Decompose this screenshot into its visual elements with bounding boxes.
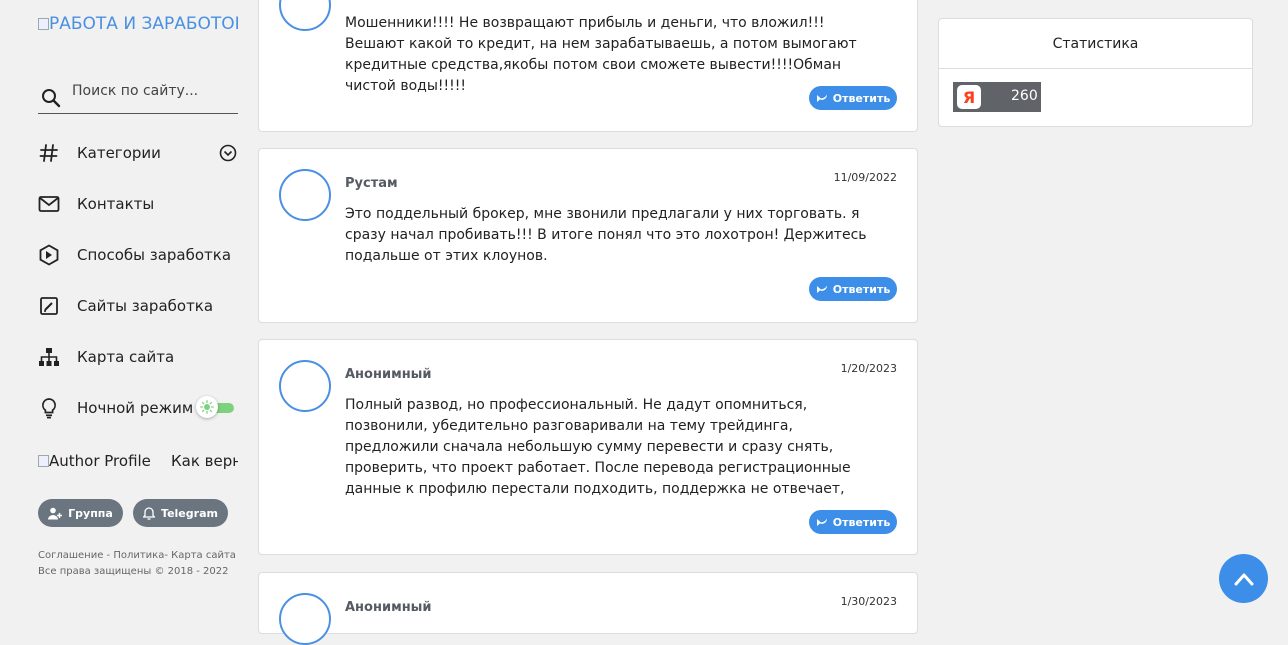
search-icon[interactable] xyxy=(40,87,62,109)
sidebar-item-sitemap[interactable]: Карта сайта xyxy=(38,346,238,397)
lightbulb-icon xyxy=(38,397,60,419)
telegram-button[interactable]: Telegram xyxy=(133,499,228,527)
avatar xyxy=(279,360,331,412)
broken-image-icon xyxy=(38,455,49,467)
sidebar-item-label: Карта сайта xyxy=(77,348,175,366)
reply-button[interactable]: Ответить xyxy=(809,510,897,534)
sun-icon xyxy=(196,396,218,418)
reply-arrow-icon xyxy=(816,285,827,293)
visitor-count: 260 xyxy=(1011,88,1038,104)
reply-button[interactable]: Ответить xyxy=(809,277,897,301)
sidebar-item-label: Способы заработка xyxy=(77,246,232,264)
yandex-logo-icon: Я xyxy=(957,85,981,109)
reply-arrow-icon xyxy=(816,518,827,526)
reply-button-label: Ответить xyxy=(832,91,891,105)
sidebar-item-label: Контакты xyxy=(77,195,155,213)
copyright-text: Все права защищены © 2018 - 2022 xyxy=(38,566,229,577)
author-teaser-text: Как верн xyxy=(171,452,238,470)
comment-text: Мошенники!!!! Не возвращают прибыль и де… xyxy=(345,15,857,94)
comment-card: Мошенники!!!! Не возвращают прибыль и де… xyxy=(258,0,918,132)
night-mode-toggle[interactable] xyxy=(196,396,236,420)
group-button[interactable]: Группа xyxy=(38,499,123,527)
edit-icon xyxy=(38,295,60,317)
comment-date: 1/20/2023 xyxy=(840,362,897,375)
broken-image-icon xyxy=(38,18,49,30)
hexagon-arrow-icon xyxy=(38,244,60,266)
reply-arrow-icon xyxy=(816,94,827,102)
comment-card: Рустам 11/09/2022 Это поддельный брокер,… xyxy=(258,148,918,323)
comment-author: Анонимный xyxy=(345,367,432,382)
comment-text: Это поддельный брокер, мне звонили предл… xyxy=(345,206,867,264)
yandex-logo-letter: Я xyxy=(962,87,976,107)
sitemap-icon xyxy=(38,346,60,368)
logo-alt-text: РАБОТА И ЗАРАБОТОК xyxy=(49,14,238,34)
search-input[interactable] xyxy=(72,83,232,99)
reply-button-label: Ответить xyxy=(832,282,891,296)
chevron-up-icon xyxy=(1234,573,1253,585)
reply-button-label: Ответить xyxy=(832,515,891,529)
reply-button[interactable]: Ответить xyxy=(809,86,897,110)
envelope-icon xyxy=(38,193,60,215)
comment-date: 1/30/2023 xyxy=(840,595,897,608)
bell-icon xyxy=(143,506,156,520)
statistics-widget: Статистика Я 260 xyxy=(938,18,1253,127)
avatar xyxy=(279,169,331,221)
comment-date: 11/09/2022 xyxy=(833,171,897,184)
sidebar-item-contacts[interactable]: Контакты xyxy=(38,193,238,244)
comment-text: Полный развод, но профессиональный. Не д… xyxy=(345,397,851,497)
comment-card: Анонимный 1/20/2023 Полный развод, но пр… xyxy=(258,339,918,555)
sidebar-nav: Категории Контакты Способы заработка Сай… xyxy=(38,142,238,448)
group-button-label: Группа xyxy=(68,506,113,520)
comment-card: Анонимный 1/30/2023 xyxy=(258,572,918,645)
comment-author: Анонимный xyxy=(345,600,432,615)
author-profile[interactable]: Author Profile Как верн xyxy=(38,452,238,474)
avatar xyxy=(279,0,331,31)
author-profile-alt: Author Profile xyxy=(49,452,151,470)
sidebar-item-label: Ночной режим xyxy=(77,399,194,417)
sidebar: РАБОТА И ЗАРАБОТОК Категории Контакты xyxy=(0,0,258,609)
sidebar-item-night-mode[interactable]: Ночной режим xyxy=(38,396,238,448)
avatar xyxy=(279,593,331,645)
footer-links[interactable]: Соглашение - Политика- Карта сайта xyxy=(38,548,236,564)
add-user-icon xyxy=(48,507,63,519)
telegram-button-label: Telegram xyxy=(161,506,218,520)
sidebar-footer: Соглашение - Политика- Карта сайта Все п… xyxy=(38,548,236,580)
sidebar-item-earning-methods[interactable]: Способы заработка xyxy=(38,244,238,295)
site-logo[interactable]: РАБОТА И ЗАРАБОТОК xyxy=(38,14,238,36)
statistics-title: Статистика xyxy=(939,19,1252,69)
comment-author: Рустам xyxy=(345,176,398,191)
yandex-metrika-counter[interactable]: Я 260 xyxy=(953,82,1041,112)
search-box xyxy=(38,80,238,114)
chevron-down-icon[interactable] xyxy=(219,144,237,162)
sidebar-item-earning-sites[interactable]: Сайты заработка xyxy=(38,295,238,346)
hash-icon xyxy=(38,142,60,164)
sidebar-item-categories[interactable]: Категории xyxy=(38,142,238,193)
scroll-to-top-button[interactable] xyxy=(1219,554,1268,603)
sidebar-item-label: Сайты заработка xyxy=(77,297,214,315)
sidebar-item-label: Категории xyxy=(77,144,161,162)
